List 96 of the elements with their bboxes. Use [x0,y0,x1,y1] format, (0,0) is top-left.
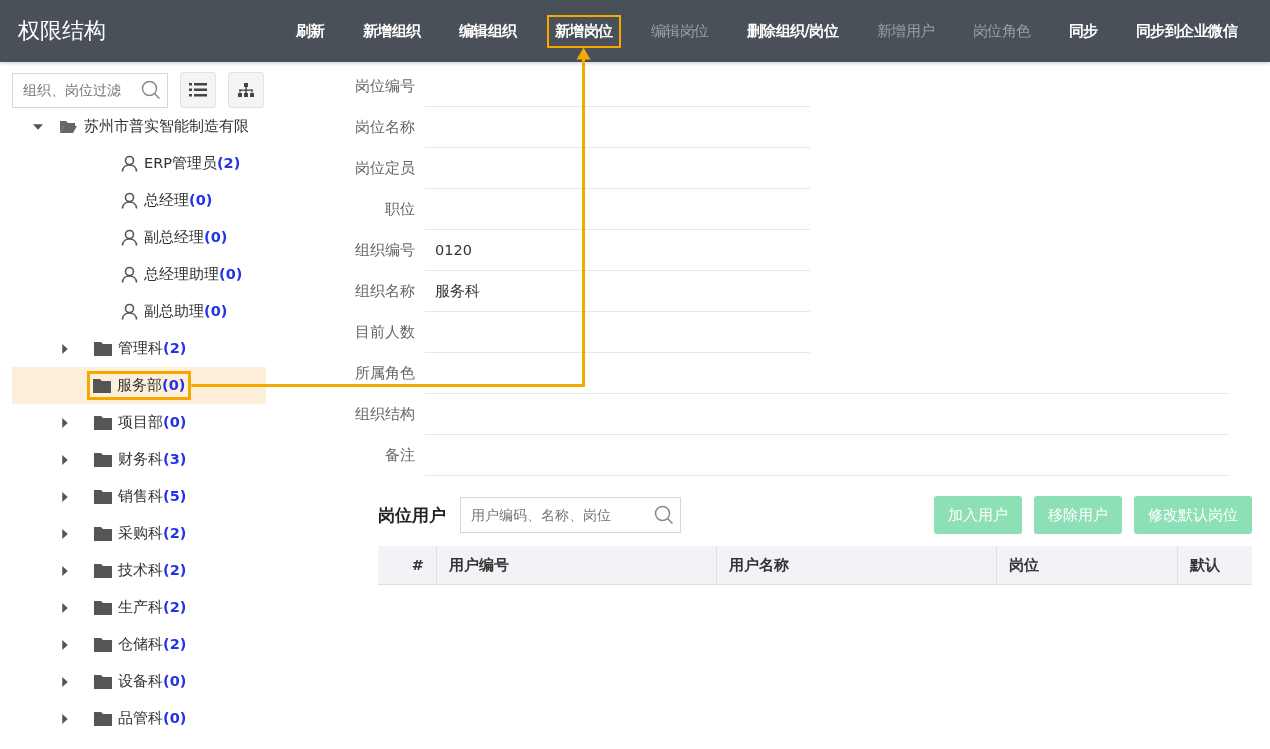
tree-item-label: 技术科(2) [118,561,187,580]
tree-item-label: 副总助理(0) [144,302,228,321]
caret-icon[interactable] [60,417,70,428]
tree-item-label: 项目部(0) [118,413,187,432]
tree-item[interactable]: 采购科(2) [12,515,266,552]
folder-icon [93,378,111,393]
tree-item[interactable]: 品管科(0) [12,700,266,737]
section-title: 岗位用户 [378,503,446,527]
search-icon[interactable] [654,505,674,525]
tree-item-label: 服务部(0) [117,376,186,395]
field-label: 所属角色 [354,364,415,383]
folder-icon [94,637,112,652]
caret-icon[interactable] [60,343,70,354]
tree-item[interactable]: 苏州市普实智能制造有限 [12,108,266,145]
caret-icon[interactable] [60,454,70,465]
column-header: 用户名称 [716,546,997,585]
person-icon [121,155,138,172]
tree-item-label: 设备科(0) [118,672,187,691]
tree-item[interactable]: 总经理(0) [12,182,266,219]
tree-item-label: 采购科(2) [118,524,187,543]
tree-item[interactable]: 总经理助理(0) [12,256,266,293]
tree-item[interactable]: ERP管理员(2) [12,145,266,182]
tree-item[interactable]: 销售科(5) [12,478,266,515]
form-field[interactable]: 0120 [425,230,810,271]
toolbar-button[interactable]: 新增岗位 [546,14,621,48]
form-field[interactable]: 服务科 [425,271,810,312]
toolbar-button[interactable]: 新增组织 [354,14,429,48]
tree-item-label: 管理科(2) [118,339,187,358]
tree-item[interactable]: 设备科(0) [12,663,266,700]
caret-icon[interactable] [60,491,70,502]
person-icon [121,266,138,283]
toolbar-button[interactable]: 刷新 [287,14,333,48]
field-label: 目前人数 [354,323,415,342]
user-search-field[interactable]: 用户编码、名称、岗位 [460,497,681,533]
field-label: 岗位定员 [354,159,415,178]
search-icon[interactable] [141,80,161,100]
column-header: 默认 [1177,546,1252,585]
field-label: 岗位名称 [354,118,415,137]
column-header: # [378,546,437,585]
field-label: 岗位编号 [354,77,415,96]
folder-icon [94,674,112,689]
folder-icon [94,711,112,726]
caret-icon[interactable] [60,676,70,687]
filter-field[interactable]: 组织、岗位过滤 [12,72,168,108]
field-label: 组织名称 [354,282,415,301]
tree-item[interactable]: 服务部(0) [12,367,266,404]
caret-icon[interactable] [33,121,43,132]
folder-icon [94,415,112,430]
tree-item-label: ERP管理员(2) [144,154,241,173]
tree-item[interactable]: 仓储科(2) [12,626,266,663]
toolbar-button[interactable]: 同步到企业微信 [1127,14,1245,48]
tree-item-label: 副总经理(0) [144,228,228,247]
tree-item-label: 品管科(0) [118,709,187,728]
folder-icon [94,526,112,541]
field-label: 职位 [384,200,415,219]
tree-item[interactable]: 生产科(2) [12,589,266,626]
folder-icon [94,600,112,615]
caret-icon[interactable] [60,565,70,576]
list-icon [189,83,207,97]
folder-icon [94,341,112,356]
caret-icon[interactable] [60,639,70,650]
field-label: 备注 [384,446,415,465]
toolbar-button[interactable]: 删除组织/岗位 [738,14,847,48]
tree-item-label: 仓储科(2) [118,635,187,654]
caret-icon[interactable] [60,528,70,539]
tree-item-label: 财务科(3) [118,450,187,469]
toolbar-button[interactable]: 编辑组织 [450,14,525,48]
column-header: 用户编号 [436,546,717,585]
toolbar-button[interactable]: 同步 [1060,14,1106,48]
tree-item-label: 生产科(2) [118,598,187,617]
column-header: 岗位 [996,546,1178,585]
caret-icon[interactable] [60,713,70,724]
open-folder-icon [59,119,78,134]
tree-view-button[interactable] [228,72,264,108]
person-icon [121,303,138,320]
caret-icon[interactable] [60,602,70,613]
tree-item-label: 总经理(0) [144,191,213,210]
tree-item-label: 总经理助理(0) [144,265,243,284]
tree-item[interactable]: 技术科(2) [12,552,266,589]
hierarchy-icon [238,83,254,97]
tree-item[interactable]: 管理科(2) [12,330,266,367]
app-title: 权限结构 [18,17,107,45]
person-icon [121,192,138,209]
field-label: 组织编号 [354,241,415,260]
tree-item[interactable]: 财务科(3) [12,441,266,478]
tree-item[interactable]: 项目部(0) [12,404,266,441]
folder-icon [94,452,112,467]
folder-icon [94,489,112,504]
tree-item-label: 销售科(5) [118,487,187,506]
tree-item[interactable]: 副总经理(0) [12,219,266,256]
list-view-button[interactable] [180,72,216,108]
tree-item-label: 苏州市普实智能制造有限 [84,117,249,136]
tree-item[interactable]: 副总助理(0) [12,293,266,330]
folder-icon [94,563,112,578]
person-icon [121,229,138,246]
field-label: 组织结构 [354,405,415,424]
